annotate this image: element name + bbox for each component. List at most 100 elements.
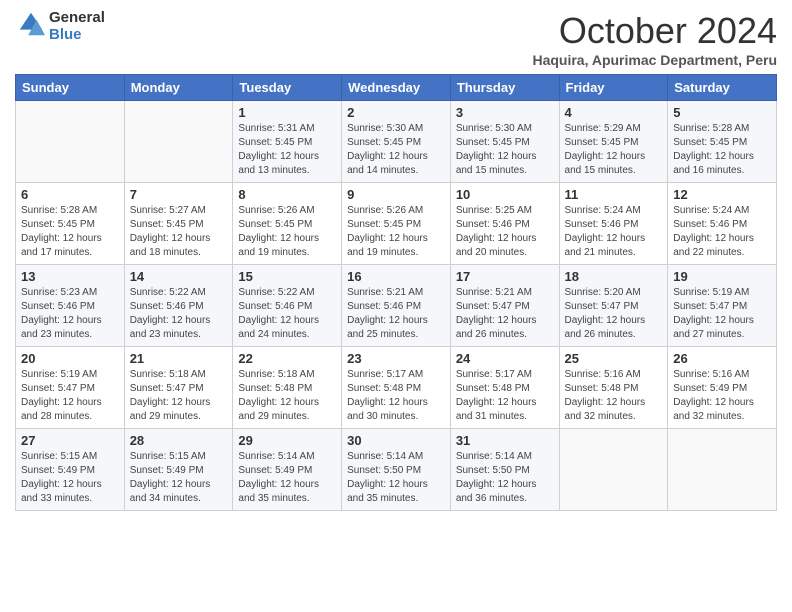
day-number: 9	[347, 187, 445, 202]
col-thursday: Thursday	[450, 75, 559, 101]
day-number: 17	[456, 269, 554, 284]
day-number: 10	[456, 187, 554, 202]
day-info: Sunrise: 5:26 AM Sunset: 5:45 PM Dayligh…	[347, 204, 445, 260]
calendar-cell: 8 Sunrise: 5:26 AM Sunset: 5:45 PM Daylig…	[233, 183, 342, 265]
calendar-cell: 17 Sunrise: 5:21 AM Sunset: 5:47 PM Dayli…	[450, 265, 559, 347]
day-info: Sunrise: 5:18 AM Sunset: 5:47 PM Dayligh…	[130, 368, 228, 424]
calendar-cell: 24 Sunrise: 5:17 AM Sunset: 5:48 PM Dayli…	[450, 347, 559, 429]
calendar-cell: 9 Sunrise: 5:26 AM Sunset: 5:45 PM Daylig…	[342, 183, 451, 265]
location-subtitle: Haquira, Apurimac Department, Peru	[532, 52, 777, 68]
day-info: Sunrise: 5:22 AM Sunset: 5:46 PM Dayligh…	[130, 286, 228, 342]
day-number: 8	[238, 187, 336, 202]
day-info: Sunrise: 5:17 AM Sunset: 5:48 PM Dayligh…	[456, 368, 554, 424]
col-monday: Monday	[124, 75, 233, 101]
day-number: 23	[347, 351, 445, 366]
calendar-cell: 30 Sunrise: 5:14 AM Sunset: 5:50 PM Dayli…	[342, 429, 451, 511]
day-info: Sunrise: 5:24 AM Sunset: 5:46 PM Dayligh…	[673, 204, 771, 260]
calendar-cell: 21 Sunrise: 5:18 AM Sunset: 5:47 PM Dayli…	[124, 347, 233, 429]
day-number: 7	[130, 187, 228, 202]
calendar-cell: 2 Sunrise: 5:30 AM Sunset: 5:45 PM Daylig…	[342, 101, 451, 183]
day-number: 16	[347, 269, 445, 284]
calendar-week-3: 13Sunrise: 5:23 AM Sunset: 5:46 PM Dayli…	[16, 265, 777, 347]
day-number: 11	[565, 187, 663, 202]
title-section: October 2024 Haquira, Apurimac Departmen…	[532, 10, 777, 68]
calendar-cell: 28 Sunrise: 5:15 AM Sunset: 5:49 PM Dayli…	[124, 429, 233, 511]
calendar-cell	[124, 101, 233, 183]
day-info: Sunrise: 5:18 AM Sunset: 5:48 PM Dayligh…	[238, 368, 336, 424]
header: General Blue October 2024 Haquira, Apuri…	[15, 10, 777, 68]
day-number: 2	[347, 105, 445, 120]
day-info: Sunrise: 5:14 AM Sunset: 5:50 PM Dayligh…	[347, 450, 445, 506]
calendar-cell: 22 Sunrise: 5:18 AM Sunset: 5:48 PM Dayli…	[233, 347, 342, 429]
day-info: Sunrise: 5:24 AM Sunset: 5:46 PM Dayligh…	[565, 204, 663, 260]
calendar-cell: 12Sunrise: 5:24 AM Sunset: 5:46 PM Dayli…	[668, 183, 777, 265]
calendar-week-5: 27 Sunrise: 5:15 AM Sunset: 5:49 PM Dayli…	[16, 429, 777, 511]
day-info: Sunrise: 5:19 AM Sunset: 5:47 PM Dayligh…	[673, 286, 771, 342]
day-info: Sunrise: 5:29 AM Sunset: 5:45 PM Dayligh…	[565, 122, 663, 178]
calendar-cell: 27 Sunrise: 5:15 AM Sunset: 5:49 PM Dayli…	[16, 429, 125, 511]
day-info: Sunrise: 5:25 AM Sunset: 5:46 PM Dayligh…	[456, 204, 554, 260]
day-number: 1	[238, 105, 336, 120]
page: General Blue October 2024 Haquira, Apuri…	[0, 0, 792, 612]
day-info: Sunrise: 5:20 AM Sunset: 5:47 PM Dayligh…	[565, 286, 663, 342]
calendar-cell: 11 Sunrise: 5:24 AM Sunset: 5:46 PM Dayli…	[559, 183, 668, 265]
day-number: 27	[21, 433, 119, 448]
logo-icon	[17, 10, 45, 38]
calendar-cell: 18 Sunrise: 5:20 AM Sunset: 5:47 PM Dayli…	[559, 265, 668, 347]
col-saturday: Saturday	[668, 75, 777, 101]
calendar-cell: 4 Sunrise: 5:29 AM Sunset: 5:45 PM Daylig…	[559, 101, 668, 183]
day-number: 25	[565, 351, 663, 366]
day-number: 21	[130, 351, 228, 366]
day-info: Sunrise: 5:14 AM Sunset: 5:50 PM Dayligh…	[456, 450, 554, 506]
calendar-cell: 3Sunrise: 5:30 AM Sunset: 5:45 PM Daylig…	[450, 101, 559, 183]
day-number: 18	[565, 269, 663, 284]
day-info: Sunrise: 5:19 AM Sunset: 5:47 PM Dayligh…	[21, 368, 119, 424]
calendar: Sunday Monday Tuesday Wednesday Thursday…	[15, 74, 777, 511]
day-info: Sunrise: 5:28 AM Sunset: 5:45 PM Dayligh…	[21, 204, 119, 260]
calendar-cell	[559, 429, 668, 511]
logo-blue: Blue	[49, 27, 105, 44]
day-number: 24	[456, 351, 554, 366]
day-info: Sunrise: 5:14 AM Sunset: 5:49 PM Dayligh…	[238, 450, 336, 506]
day-info: Sunrise: 5:27 AM Sunset: 5:45 PM Dayligh…	[130, 204, 228, 260]
day-number: 29	[238, 433, 336, 448]
day-info: Sunrise: 5:17 AM Sunset: 5:48 PM Dayligh…	[347, 368, 445, 424]
day-info: Sunrise: 5:26 AM Sunset: 5:45 PM Dayligh…	[238, 204, 336, 260]
day-info: Sunrise: 5:16 AM Sunset: 5:48 PM Dayligh…	[565, 368, 663, 424]
day-info: Sunrise: 5:15 AM Sunset: 5:49 PM Dayligh…	[130, 450, 228, 506]
calendar-cell: 19 Sunrise: 5:19 AM Sunset: 5:47 PM Dayli…	[668, 265, 777, 347]
logo: General Blue	[15, 10, 105, 43]
day-info: Sunrise: 5:15 AM Sunset: 5:49 PM Dayligh…	[21, 450, 119, 506]
day-number: 14	[130, 269, 228, 284]
day-number: 5	[673, 105, 771, 120]
calendar-cell	[16, 101, 125, 183]
calendar-cell: 16Sunrise: 5:21 AM Sunset: 5:46 PM Dayli…	[342, 265, 451, 347]
calendar-cell: 13Sunrise: 5:23 AM Sunset: 5:46 PM Dayli…	[16, 265, 125, 347]
calendar-cell: 1 Sunrise: 5:31 AM Sunset: 5:45 PM Daylig…	[233, 101, 342, 183]
col-sunday: Sunday	[16, 75, 125, 101]
day-number: 4	[565, 105, 663, 120]
day-number: 22	[238, 351, 336, 366]
calendar-cell: 25 Sunrise: 5:16 AM Sunset: 5:48 PM Dayli…	[559, 347, 668, 429]
day-info: Sunrise: 5:30 AM Sunset: 5:45 PM Dayligh…	[347, 122, 445, 178]
day-number: 28	[130, 433, 228, 448]
day-info: Sunrise: 5:31 AM Sunset: 5:45 PM Dayligh…	[238, 122, 336, 178]
calendar-cell: 7 Sunrise: 5:27 AM Sunset: 5:45 PM Daylig…	[124, 183, 233, 265]
day-number: 19	[673, 269, 771, 284]
day-number: 26	[673, 351, 771, 366]
day-number: 30	[347, 433, 445, 448]
day-info: Sunrise: 5:21 AM Sunset: 5:47 PM Dayligh…	[456, 286, 554, 342]
col-friday: Friday	[559, 75, 668, 101]
calendar-cell: 26Sunrise: 5:16 AM Sunset: 5:49 PM Dayli…	[668, 347, 777, 429]
col-tuesday: Tuesday	[233, 75, 342, 101]
calendar-cell: 15Sunrise: 5:22 AM Sunset: 5:46 PM Dayli…	[233, 265, 342, 347]
calendar-header-row: Sunday Monday Tuesday Wednesday Thursday…	[16, 75, 777, 101]
calendar-cell: 6Sunrise: 5:28 AM Sunset: 5:45 PM Daylig…	[16, 183, 125, 265]
col-wednesday: Wednesday	[342, 75, 451, 101]
calendar-cell: 5Sunrise: 5:28 AM Sunset: 5:45 PM Daylig…	[668, 101, 777, 183]
day-number: 3	[456, 105, 554, 120]
day-number: 31	[456, 433, 554, 448]
calendar-cell: 10 Sunrise: 5:25 AM Sunset: 5:46 PM Dayli…	[450, 183, 559, 265]
month-title: October 2024	[532, 10, 777, 52]
logo-general: General	[49, 10, 105, 27]
